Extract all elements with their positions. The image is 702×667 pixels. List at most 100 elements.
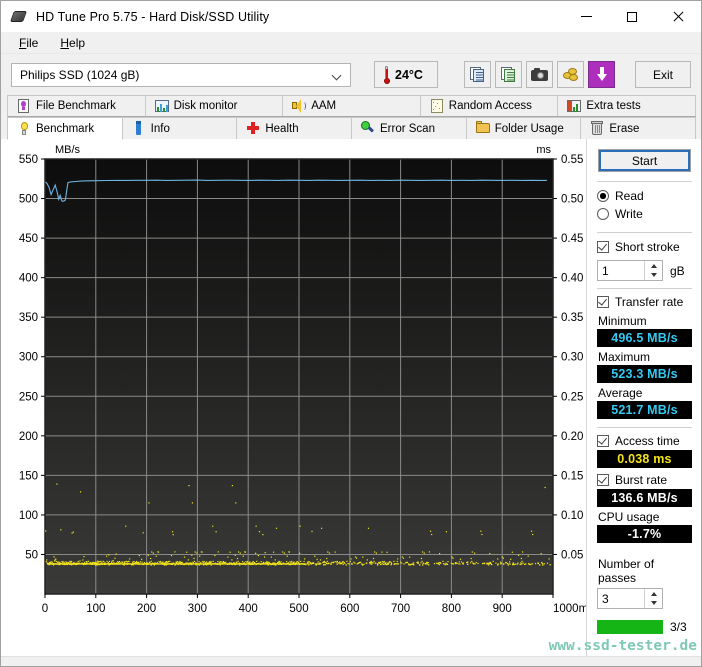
aam-speaker-icon [292, 99, 306, 114]
maximize-icon [627, 12, 637, 22]
chevron-down-icon [332, 70, 342, 80]
svg-text:50: 50 [25, 549, 38, 561]
svg-text:MB/s: MB/s [55, 144, 81, 156]
exit-button[interactable]: Exit [635, 61, 691, 88]
radio-write[interactable]: Write [597, 207, 692, 221]
passes-stepper-arrows[interactable] [644, 589, 662, 608]
short-stroke-unit: gB [670, 264, 685, 278]
tab-info[interactable]: Info [122, 117, 238, 140]
passes-input[interactable] [598, 589, 644, 608]
svg-text:200: 200 [137, 603, 156, 615]
benchmark-graph-pane: MB/sms501001502002503003504004505005500.… [1, 139, 586, 656]
checkbox-access-time[interactable]: Access time [597, 434, 692, 448]
svg-text:500: 500 [19, 194, 38, 206]
copy-image-button[interactable] [495, 61, 522, 88]
chevron-down-icon [651, 601, 657, 605]
svg-text:400: 400 [239, 603, 258, 615]
tab-folder-usage[interactable]: Folder Usage [466, 117, 582, 140]
divider-4 [597, 427, 692, 428]
tab-row-2: Benchmark Info Health Error Scan Folder … [7, 117, 695, 139]
short-stroke-input[interactable] [598, 261, 644, 280]
checkbox-short-stroke[interactable]: Short stroke [597, 240, 692, 254]
passes-down-button[interactable] [645, 599, 662, 609]
tab-extra-tests[interactable]: Extra tests [557, 95, 696, 117]
tab-file-benchmark-label: File Benchmark [36, 100, 116, 112]
drive-select[interactable]: Philips SSD (1024 gB) [11, 63, 351, 87]
short-stroke-size-row: gB [597, 260, 692, 281]
tab-erase[interactable]: Erase [580, 117, 696, 140]
svg-text:700: 700 [391, 603, 410, 615]
tab-random-access[interactable]: Random Access [420, 95, 559, 117]
passes-stepper[interactable] [597, 588, 663, 609]
toolbar: Philips SSD (1024 gB) 24°C [1, 54, 701, 95]
passes-progress-row: 3/3 [597, 620, 692, 634]
svg-text:0: 0 [42, 603, 48, 615]
health-cross-icon [246, 121, 260, 136]
radio-write-indicator [597, 208, 609, 220]
tab-health[interactable]: Health [236, 117, 352, 140]
svg-text:600: 600 [340, 603, 359, 615]
svg-text:300: 300 [19, 352, 38, 364]
checkbox-transfer-rate[interactable]: Transfer rate [597, 295, 692, 309]
drive-select-value: Philips SSD (1024 gB) [20, 68, 332, 82]
chevron-up-icon [651, 592, 657, 596]
passes-row [597, 588, 692, 609]
coins-button[interactable] [557, 61, 584, 88]
transfer-rate-label: Transfer rate [615, 295, 683, 309]
stepper-up-button[interactable] [645, 261, 662, 271]
stepper-down-button[interactable] [645, 271, 662, 281]
app-logo-icon [11, 8, 29, 26]
tab-aam[interactable]: AAM [282, 95, 421, 117]
svg-text:0.15: 0.15 [561, 470, 583, 482]
svg-text:550: 550 [19, 154, 38, 166]
menu-item-help[interactable]: Help [50, 34, 95, 52]
burst-rate-value: 136.6 MB/s [597, 489, 692, 507]
minimum-label: Minimum [598, 314, 692, 328]
tab-disk-monitor[interactable]: Disk monitor [145, 95, 284, 117]
minimize-button[interactable] [563, 2, 609, 32]
svg-text:100: 100 [19, 510, 38, 522]
svg-text:350: 350 [19, 312, 38, 324]
thermometer-icon [382, 66, 390, 84]
info-icon [132, 121, 146, 136]
temperature-display: 24°C [374, 61, 438, 88]
random-access-icon [430, 99, 444, 114]
tab-error-scan[interactable]: Error Scan [351, 117, 467, 140]
svg-text:500: 500 [289, 603, 308, 615]
file-benchmark-icon [17, 99, 31, 114]
benchmark-bulb-icon [17, 121, 31, 136]
checkbox-burst-rate[interactable]: Burst rate [597, 473, 692, 487]
hdtune-window: HD Tune Pro 5.75 - Hard Disk/SSD Utility… [0, 0, 702, 667]
svg-text:0.30: 0.30 [561, 352, 583, 364]
tab-health-label: Health [265, 123, 298, 135]
short-stroke-stepper[interactable] [597, 260, 663, 281]
radio-read[interactable]: Read [597, 189, 692, 203]
burst-rate-label: Burst rate [615, 473, 667, 487]
short-stroke-stepper-arrows[interactable] [644, 261, 662, 280]
erase-trash-icon [590, 121, 604, 136]
tab-strip: File Benchmark Disk monitor AAM Random A… [1, 95, 701, 139]
transfer-rate-checkbox-indicator [597, 296, 609, 308]
start-button[interactable]: Start [598, 149, 691, 172]
svg-text:400: 400 [19, 273, 38, 285]
svg-text:300: 300 [188, 603, 207, 615]
screenshot-button[interactable] [526, 61, 553, 88]
close-button[interactable] [655, 2, 701, 32]
menu-item-file[interactable]: FFileile [9, 34, 48, 52]
svg-text:150: 150 [19, 470, 38, 482]
passes-up-button[interactable] [645, 589, 662, 599]
passes-progress-bar [597, 620, 663, 634]
tab-file-benchmark[interactable]: File Benchmark [7, 95, 146, 117]
status-bar [1, 656, 701, 666]
svg-text:0.10: 0.10 [561, 510, 583, 522]
tab-benchmark[interactable]: Benchmark [7, 117, 123, 140]
tab-error-scan-label: Error Scan [380, 123, 435, 135]
coins-icon [563, 67, 579, 82]
svg-text:0.40: 0.40 [561, 273, 583, 285]
maximize-button[interactable] [609, 2, 655, 32]
copy-button[interactable] [464, 61, 491, 88]
tab-folder-usage-label: Folder Usage [495, 123, 564, 135]
download-arrow-icon [596, 67, 608, 82]
content-area: MB/sms501001502002503003504004505005500.… [1, 139, 701, 656]
download-button[interactable] [588, 61, 615, 88]
